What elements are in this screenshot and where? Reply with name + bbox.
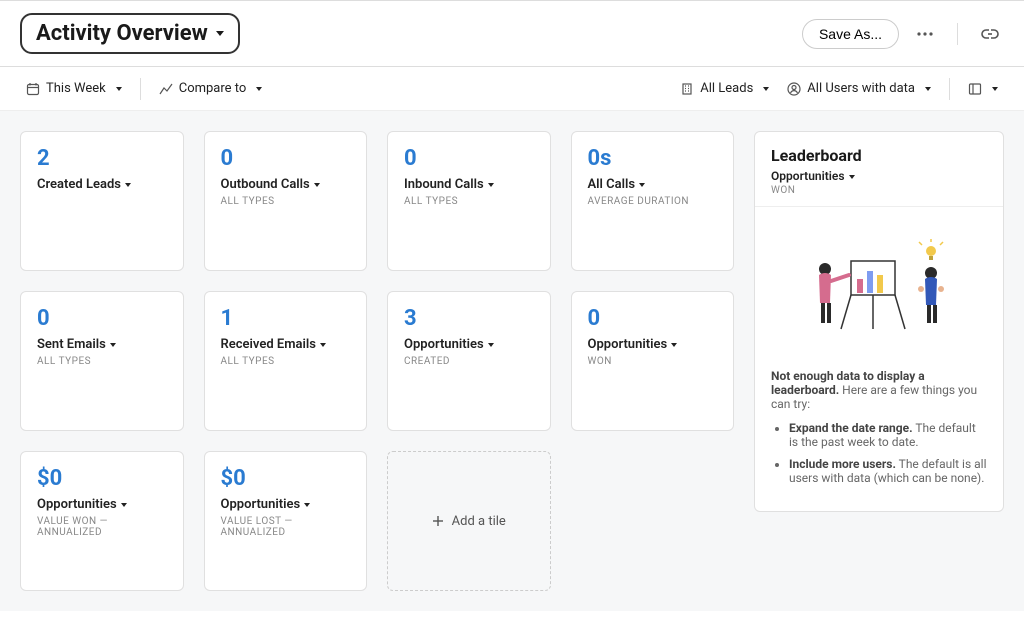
tile-metric-selector[interactable]: Opportunities xyxy=(221,497,351,512)
chevron-down-icon xyxy=(763,87,769,91)
page-title: Activity Overview xyxy=(36,21,208,46)
chevron-down-icon xyxy=(256,87,262,91)
tile-metric-selector[interactable]: Opportunities xyxy=(588,337,718,352)
layout-icon xyxy=(968,82,982,96)
dashboard-title-selector[interactable]: Activity Overview xyxy=(20,13,240,54)
tile-value: 0 xyxy=(37,306,167,331)
calendar-icon xyxy=(26,82,40,96)
tile-metric-selector[interactable]: Created Leads xyxy=(37,177,167,192)
more-menu-button[interactable] xyxy=(911,20,939,48)
tile-sent-emails[interactable]: 0 Sent Emails ALL TYPES xyxy=(20,291,184,431)
tile-metric-selector[interactable]: All Calls xyxy=(588,177,718,192)
chevron-down-icon xyxy=(116,87,122,91)
tile-opportunities-created[interactable]: 3 Opportunities CREATED xyxy=(387,291,551,431)
chevron-down-icon xyxy=(671,343,677,347)
divider xyxy=(140,78,141,100)
tile-opportunities-value-won[interactable]: $0 Opportunities VALUE WON — ANNUALIZED xyxy=(20,451,184,591)
tile-value: $0 xyxy=(37,466,167,491)
tile-subtitle: VALUE WON — ANNUALIZED xyxy=(37,516,167,538)
compare-to-filter[interactable]: Compare to xyxy=(153,77,269,100)
leaderboard-title: Leaderboard xyxy=(771,146,987,165)
tile-metric-selector[interactable]: Received Emails xyxy=(221,337,351,352)
tile-value: 2 xyxy=(37,146,167,171)
tile-value: $0 xyxy=(221,466,351,491)
save-as-button[interactable]: Save As... xyxy=(802,19,899,49)
leaderboard-empty-message: Not enough data to display a leaderboard… xyxy=(771,369,987,411)
date-range-label: This Week xyxy=(46,81,106,96)
user-icon xyxy=(787,82,801,96)
tile-subtitle: ALL TYPES xyxy=(221,196,351,207)
divider xyxy=(957,23,958,45)
share-link-button[interactable] xyxy=(976,20,1004,48)
chevron-down-icon xyxy=(320,343,326,347)
chevron-down-icon xyxy=(488,343,494,347)
tile-metric-selector[interactable]: Opportunities xyxy=(37,497,167,512)
tile-metric-selector[interactable]: Sent Emails xyxy=(37,337,167,352)
chevron-down-icon xyxy=(925,87,931,91)
tile-subtitle: AVERAGE DURATION xyxy=(588,196,718,207)
tile-subtitle: ALL TYPES xyxy=(404,196,534,207)
add-tile-label: Add a tile xyxy=(452,514,506,529)
tile-inbound-calls[interactable]: 0 Inbound Calls ALL TYPES xyxy=(387,131,551,271)
date-range-filter[interactable]: This Week xyxy=(20,77,128,100)
leaderboard-tip: Expand the date range. The default is th… xyxy=(789,421,987,449)
tile-subtitle: VALUE LOST — ANNUALIZED xyxy=(221,516,351,538)
tile-subtitle: WON xyxy=(588,356,718,367)
chevron-down-icon xyxy=(639,183,645,187)
chevron-down-icon xyxy=(488,183,494,187)
users-filter-label: All Users with data xyxy=(807,81,915,96)
divider xyxy=(949,78,950,100)
leaderboard-metric-sub: WON xyxy=(771,185,987,196)
tile-metric-selector[interactable]: Inbound Calls xyxy=(404,177,534,192)
chevron-down-icon xyxy=(992,87,998,91)
leaderboard-metric-selector[interactable]: Opportunities xyxy=(771,169,987,183)
tile-outbound-calls[interactable]: 0 Outbound Calls ALL TYPES xyxy=(204,131,368,271)
chevron-down-icon xyxy=(304,503,310,507)
tile-subtitle: ALL TYPES xyxy=(221,356,351,367)
plus-icon xyxy=(432,515,444,527)
tile-opportunities-value-lost[interactable]: $0 Opportunities VALUE LOST — ANNUALIZED xyxy=(204,451,368,591)
chevron-down-icon xyxy=(121,503,127,507)
tile-subtitle: CREATED xyxy=(404,356,534,367)
chevron-down-icon xyxy=(216,31,224,36)
tile-received-emails[interactable]: 1 Received Emails ALL TYPES xyxy=(204,291,368,431)
chevron-down-icon xyxy=(849,175,855,179)
tile-value: 0 xyxy=(221,146,351,171)
tile-created-leads[interactable]: 2 Created Leads xyxy=(20,131,184,271)
tile-metric-selector[interactable]: Outbound Calls xyxy=(221,177,351,192)
leaderboard-tip: Include more users. The default is all u… xyxy=(789,457,987,485)
ellipsis-icon xyxy=(917,32,933,36)
compare-to-label: Compare to xyxy=(179,81,247,96)
tile-subtitle: ALL TYPES xyxy=(37,356,167,367)
add-tile-button[interactable]: Add a tile xyxy=(387,451,551,591)
link-icon xyxy=(981,29,999,39)
tile-all-calls-duration[interactable]: 0s All Calls AVERAGE DURATION xyxy=(571,131,735,271)
tile-value: 1 xyxy=(221,306,351,331)
chevron-down-icon xyxy=(125,183,131,187)
tile-value: 0 xyxy=(588,306,718,331)
tile-grid: 2 Created Leads 0 Outbound Calls ALL TYP… xyxy=(20,131,734,591)
users-filter[interactable]: All Users with data xyxy=(781,77,937,100)
tile-metric-selector[interactable]: Opportunities xyxy=(404,337,534,352)
layout-toggle[interactable] xyxy=(962,78,1004,100)
tile-opportunities-won[interactable]: 0 Opportunities WON xyxy=(571,291,735,431)
leaderboard-illustration xyxy=(771,225,987,369)
chevron-down-icon xyxy=(314,183,320,187)
chevron-down-icon xyxy=(110,343,116,347)
chart-icon xyxy=(159,82,173,96)
tile-value: 3 xyxy=(404,306,534,331)
tile-value: 0s xyxy=(588,146,718,171)
leads-filter-label: All Leads xyxy=(700,81,753,96)
leads-filter[interactable]: All Leads xyxy=(674,77,775,100)
tile-value: 0 xyxy=(404,146,534,171)
building-icon xyxy=(680,82,694,96)
leaderboard-panel: Leaderboard Opportunities WON xyxy=(754,131,1004,512)
